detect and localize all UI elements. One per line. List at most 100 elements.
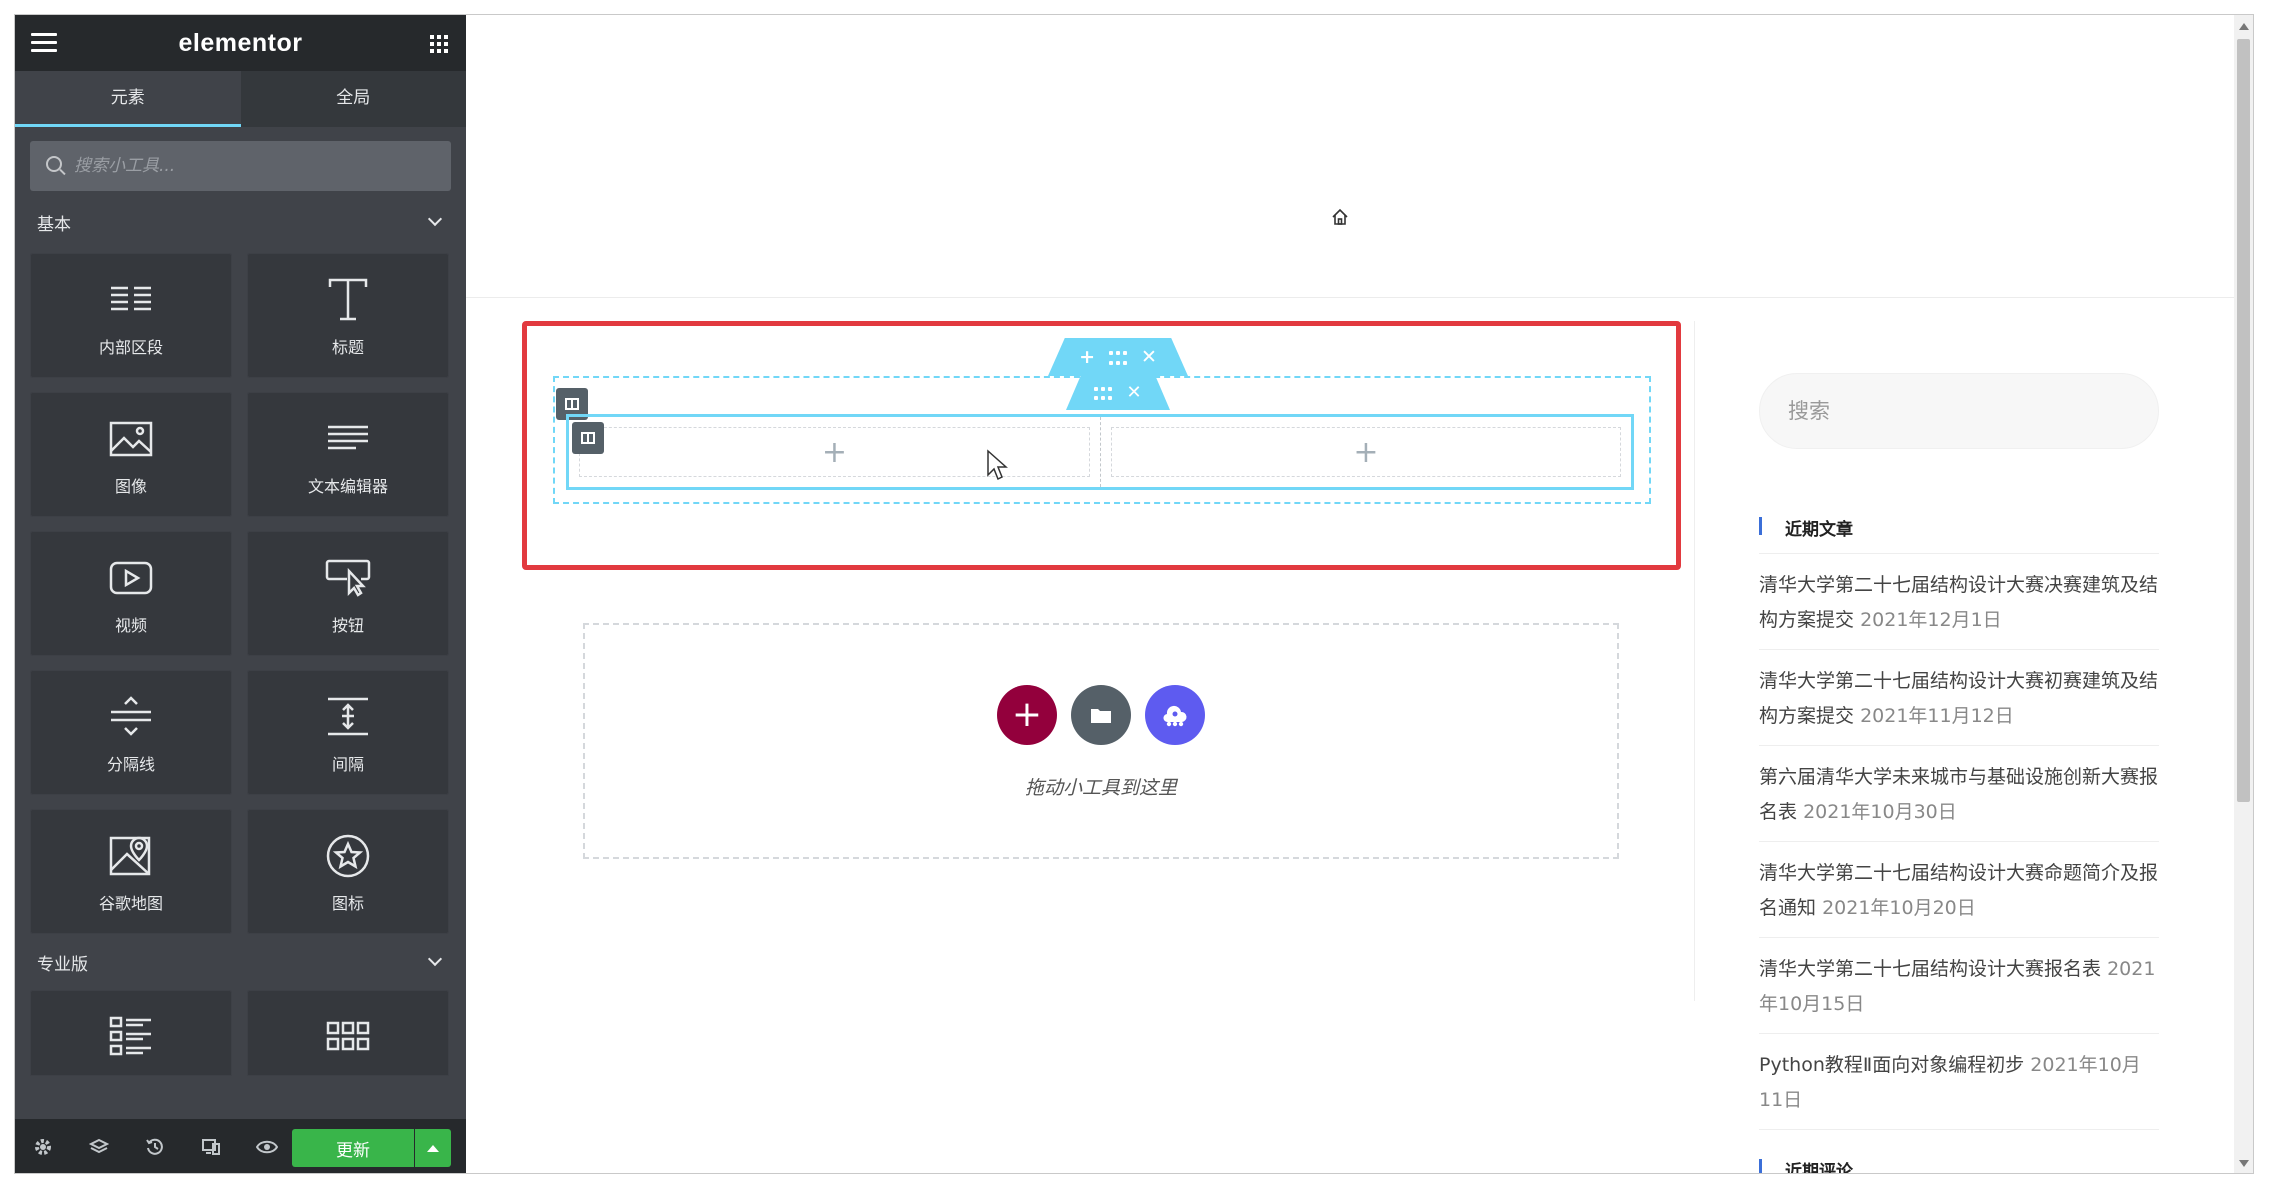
widgets-grid-icon[interactable] (430, 35, 448, 53)
post-title[interactable]: Python教程Ⅱ面向对象编程初步 (1759, 1054, 2024, 1076)
list-item[interactable]: 清华大学第二十七届结构设计大赛决赛建筑及结构方案提交 2021年12月1日 (1759, 553, 2159, 649)
tab-elements[interactable]: 元素 (15, 71, 241, 127)
column-icon (565, 398, 579, 410)
widget-inner-section[interactable]: 内部区段 (30, 253, 232, 378)
recent-posts-title: 近期文章 (1759, 515, 1853, 540)
star-icon (325, 830, 371, 882)
search-icon (46, 156, 62, 172)
post-date: 2021年11月12日 (1860, 705, 2014, 727)
widget-grid: 内部区段 标题 图像 文本编辑器 视频 按钮 分隔线 间隔 谷歌地图 图标 (15, 253, 466, 934)
tab-global[interactable]: 全局 (240, 71, 466, 127)
sidebar-divider (1694, 321, 1695, 1001)
recent-comments-title: 近期评论 (1759, 1157, 1853, 1173)
list-item[interactable]: Python教程Ⅱ面向对象编程初步 2021年10月11日 (1759, 1033, 2159, 1130)
drag-inner-section-icon[interactable] (1094, 387, 1113, 403)
widget-label: 间隔 (331, 754, 364, 774)
inner-section[interactable]: + + (566, 414, 1634, 490)
google-maps-icon (109, 830, 153, 882)
widget-portfolio[interactable] (247, 990, 449, 1076)
video-icon (109, 552, 153, 604)
category-pro-label: 专业版 (37, 954, 88, 975)
editor-canvas: + ✕ ✕ + + + 拖动小工具到这里 搜索 近期文章 清华大学第二十七届结构… (466, 15, 2236, 1173)
delete-inner-section-icon[interactable]: ✕ (1126, 382, 1141, 403)
section-handle[interactable]: + ✕ (1048, 338, 1188, 376)
history-icon[interactable] (127, 1119, 183, 1173)
elementor-logo: elementor (178, 29, 303, 57)
portfolio-grid-icon (326, 1010, 370, 1062)
responsive-mode-icon[interactable] (183, 1119, 239, 1173)
list-item[interactable]: 清华大学第二十七届结构设计大赛报名表 2021年10月15日 (1759, 937, 2159, 1033)
page-scrollbar[interactable] (2234, 15, 2253, 1173)
add-new-section-button[interactable]: + (997, 685, 1057, 745)
inner-section-icon (109, 274, 153, 326)
post-date: 2021年10月20日 (1822, 897, 1976, 919)
update-button[interactable]: 更新 (292, 1129, 414, 1167)
widget-search-input[interactable] (74, 141, 454, 191)
image-icon (109, 413, 153, 465)
elementor-panel: elementor 元素 全局 基本 内部区段 (15, 15, 466, 1173)
delete-section-icon[interactable]: ✕ (1141, 346, 1157, 368)
pro-widget-grid (15, 990, 466, 1076)
widget-image[interactable]: 图像 (30, 392, 232, 517)
list-item[interactable]: 第六届清华大学未来城市与基础设施创新大赛报名表 2021年10月30日 (1759, 745, 2159, 841)
widget-label: 谷歌地图 (98, 893, 163, 913)
scroll-down-icon[interactable] (2239, 1160, 2249, 1167)
chevron-down-icon (427, 951, 443, 967)
widget-label: 内部区段 (98, 337, 163, 357)
category-basic[interactable]: 基本 (15, 191, 466, 253)
panel-tabs: 元素 全局 (15, 71, 466, 127)
add-widget-placeholder[interactable]: + (579, 427, 1090, 477)
post-title[interactable]: 清华大学第二十七届结构设计大赛报名表 (1759, 958, 2101, 980)
scroll-thumb[interactable] (2237, 39, 2250, 802)
add-widget-placeholder[interactable]: + (1111, 427, 1621, 477)
ai-kit-button[interactable] (1145, 685, 1205, 745)
widget-label: 按钮 (331, 615, 364, 635)
inner-column-handle[interactable] (572, 422, 604, 454)
recent-posts-list: 清华大学第二十七届结构设计大赛决赛建筑及结构方案提交 2021年12月1日 清华… (1759, 553, 2159, 1130)
column-left[interactable]: + (569, 417, 1101, 487)
panel-footer: 更新 (15, 1119, 466, 1173)
column-icon (581, 432, 595, 444)
preview-eye-icon[interactable] (239, 1119, 295, 1173)
posts-list-icon (109, 1010, 153, 1062)
mouse-cursor-icon (986, 449, 1008, 485)
list-item[interactable]: 清华大学第二十七届结构设计大赛命题简介及报名通知 2021年10月20日 (1759, 841, 2159, 937)
category-pro[interactable]: 专业版 (15, 934, 466, 990)
navigator-layers-icon[interactable] (71, 1119, 127, 1173)
widget-divider[interactable]: 分隔线 (30, 670, 232, 795)
add-template-folder-button[interactable] (1071, 685, 1131, 745)
settings-gear-icon[interactable] (15, 1119, 71, 1173)
widget-button[interactable]: 按钮 (247, 531, 449, 656)
widget-google-maps[interactable]: 谷歌地图 (30, 809, 232, 934)
panel-header: elementor (15, 15, 466, 71)
text-editor-icon (326, 413, 370, 465)
scroll-up-icon[interactable] (2239, 23, 2249, 30)
widget-text-editor[interactable]: 文本编辑器 (247, 392, 449, 517)
sidebar-search-input[interactable] (1760, 374, 2158, 448)
widget-label: 分隔线 (106, 754, 155, 774)
widget-spacer[interactable]: 间隔 (247, 670, 449, 795)
widget-label: 文本编辑器 (307, 476, 388, 496)
widget-posts[interactable] (30, 990, 232, 1076)
drop-widget-hint: 拖动小工具到这里 (1024, 777, 1177, 799)
list-item[interactable]: 清华大学第二十七届结构设计大赛初赛建筑及结构方案提交 2021年11月12日 (1759, 649, 2159, 745)
column-right[interactable]: + (1101, 417, 1631, 487)
chevron-down-icon (427, 211, 443, 227)
add-section-icon[interactable]: + (1079, 346, 1095, 368)
widget-heading[interactable]: 标题 (247, 253, 449, 378)
widget-label: 图标 (331, 893, 364, 913)
site-header (466, 15, 2236, 298)
post-date: 2021年10月30日 (1803, 801, 1957, 823)
widget-label: 图像 (114, 476, 147, 496)
widget-icon[interactable]: 图标 (247, 809, 449, 934)
sidebar-search (1759, 373, 2159, 449)
widget-video[interactable]: 视频 (30, 531, 232, 656)
home-icon[interactable] (1331, 208, 1349, 230)
spacer-icon (326, 691, 370, 743)
add-section-drop-area[interactable]: + 拖动小工具到这里 (583, 623, 1619, 859)
inner-section-handle[interactable]: ✕ (1066, 376, 1170, 410)
drag-section-icon[interactable] (1109, 351, 1127, 368)
heading-icon (326, 274, 370, 326)
widget-label: 视频 (114, 615, 147, 635)
update-options-arrow-icon[interactable] (415, 1129, 451, 1167)
